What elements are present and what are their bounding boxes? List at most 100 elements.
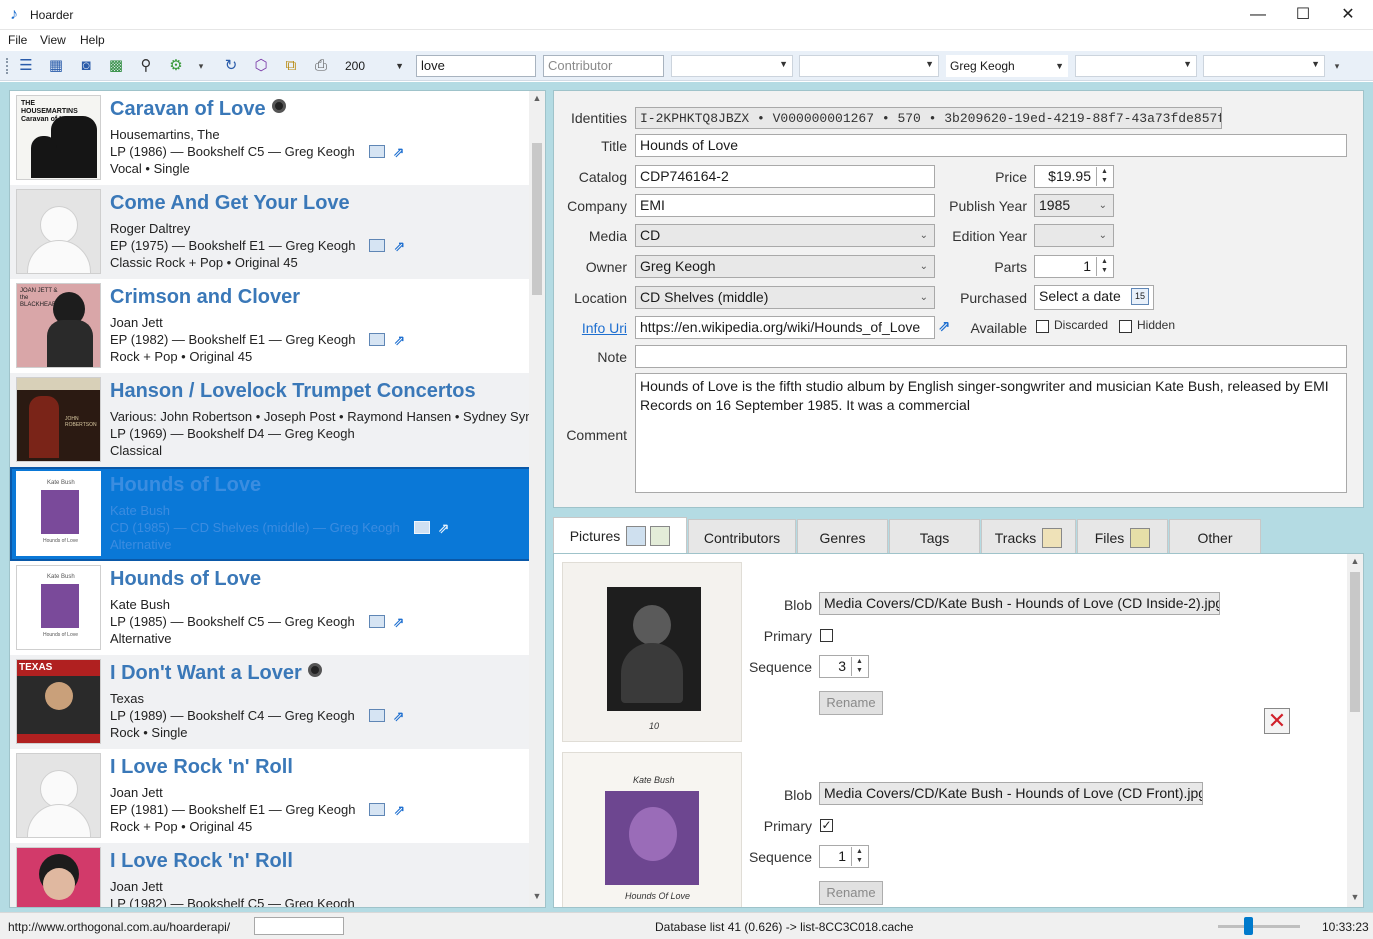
tab-other[interactable]: Other: [1169, 519, 1261, 553]
scroll-down-icon[interactable]: ▼: [1347, 892, 1363, 902]
list-item[interactable]: THE HOUSEMARTINS Caravan of Love Caravan…: [10, 91, 531, 185]
blob-field[interactable]: Media Covers/CD/Kate Bush - Hounds of Lo…: [819, 782, 1203, 805]
company-field[interactable]: EMI: [635, 194, 935, 217]
identities-field[interactable]: I-2KPHKTQ8JBZX • V000000001267 • 570 • 3…: [635, 107, 1222, 129]
list-item[interactable]: I Love Rock 'n' Roll Joan Jett LP (1982)…: [10, 843, 531, 907]
merge-icon[interactable]: ⧉: [282, 57, 300, 75]
catalog-field[interactable]: CDP746164-2: [635, 165, 935, 188]
pictures-scrollbar[interactable]: ▲ ▼: [1347, 554, 1363, 907]
sequence-stepper[interactable]: 1 ▲ ▼: [819, 845, 869, 868]
info-uri-field[interactable]: https://en.wikipedia.org/wiki/Hounds_of_…: [635, 316, 935, 339]
contacts-icon[interactable]: ◙: [77, 57, 95, 75]
list-item[interactable]: TEXAS I Don't Want a Lover Texas LP (198…: [10, 655, 531, 749]
menu-file[interactable]: File: [8, 33, 27, 47]
minimize-button[interactable]: —: [1235, 0, 1281, 30]
grid-view-icon[interactable]: ▦: [47, 57, 65, 75]
spin-icon[interactable]: ▲ ▼: [1096, 257, 1112, 276]
delete-picture-button[interactable]: ✕: [1264, 708, 1290, 734]
owner-filter-select[interactable]: Greg Keogh ▼: [946, 55, 1068, 77]
list-item[interactable]: JOHN ROBERTSON Hanson / Lovelock Trumpet…: [10, 373, 543, 467]
hidden-checkbox[interactable]: [1119, 320, 1132, 333]
sequence-stepper[interactable]: 3 ▲ ▼: [819, 655, 869, 678]
print-icon[interactable]: ⎙: [312, 57, 330, 75]
media-select[interactable]: CD ⌄: [635, 224, 935, 247]
owner-select[interactable]: Greg Keogh ⌄: [635, 255, 935, 278]
chevron-down-icon: ⌄: [1098, 230, 1107, 241]
publish-year-select[interactable]: 1985 ⌄: [1034, 194, 1114, 217]
maximize-button[interactable]: ☐: [1280, 0, 1326, 30]
chevron-down-icon: ⌄: [1098, 200, 1107, 211]
primary-checkbox[interactable]: [820, 629, 833, 642]
menu-help[interactable]: Help: [80, 33, 105, 47]
calendar-icon[interactable]: 15: [1131, 288, 1149, 305]
status-bar: http://www.orthogonal.com.au/hoarderapi/…: [0, 912, 1373, 939]
tracks-icon: [1042, 528, 1063, 548]
cover-thumbnail: THE HOUSEMARTINS Caravan of Love: [16, 95, 101, 180]
search-icon[interactable]: ⚲: [137, 57, 155, 75]
title-field[interactable]: Hounds of Love: [635, 134, 1347, 157]
spin-icon[interactable]: ▲ ▼: [1096, 167, 1112, 186]
page-size-select[interactable]: 200 ▼: [341, 55, 408, 77]
blob-field[interactable]: Media Covers/CD/Kate Bush - Hounds of Lo…: [819, 592, 1220, 615]
item-genres: Alternative: [110, 631, 172, 646]
toolbar-overflow-icon[interactable]: ▾: [1328, 57, 1346, 75]
location-select[interactable]: CD Shelves (middle) ⌄: [635, 286, 935, 309]
tab-tags[interactable]: Tags: [889, 519, 980, 553]
zoom-slider-handle[interactable]: [1244, 917, 1253, 935]
close-button[interactable]: ✕: [1325, 0, 1371, 30]
menu-view[interactable]: View: [40, 33, 66, 47]
filter-dropdown-1[interactable]: ▼: [671, 55, 793, 77]
rename-button[interactable]: Rename: [819, 881, 883, 905]
cube-icon[interactable]: ⬡: [252, 57, 270, 75]
media-value: CD: [640, 227, 661, 243]
scroll-up-icon[interactable]: ▲: [1347, 556, 1363, 566]
note-field[interactable]: [635, 345, 1347, 368]
filter-dropdown-4[interactable]: ▼: [1203, 55, 1325, 77]
chevron-down-icon[interactable]: ▾: [192, 57, 210, 75]
spreadsheet-icon[interactable]: ▩: [107, 57, 125, 75]
scrollbar-thumb[interactable]: [1350, 572, 1360, 712]
status-input[interactable]: [254, 917, 344, 935]
discarded-checkbox[interactable]: [1036, 320, 1049, 333]
tab-tracks[interactable]: Tracks: [981, 519, 1076, 553]
rename-button[interactable]: Rename: [819, 691, 883, 715]
comment-field[interactable]: Hounds of Love is the fifth studio album…: [635, 373, 1347, 493]
info-uri-link[interactable]: Info Uri: [554, 320, 627, 336]
search-input[interactable]: love: [416, 55, 536, 77]
zoom-slider[interactable]: [1218, 925, 1300, 928]
refresh-icon[interactable]: ↻: [222, 57, 240, 75]
filter-dropdown-2[interactable]: ▼: [799, 55, 939, 77]
primary-checkbox[interactable]: ✓: [820, 819, 833, 832]
scroll-up-icon[interactable]: ▲: [529, 93, 545, 103]
placeholder-thumbnail: [16, 189, 101, 274]
list-item[interactable]: Kate Bush Hounds of Love Hounds of Love …: [10, 561, 531, 655]
contributor-input[interactable]: Contributor: [543, 55, 664, 77]
list-item-selected[interactable]: Kate Bush Hounds of Love Hounds of Love …: [10, 467, 531, 561]
scroll-down-icon[interactable]: ▼: [529, 891, 545, 901]
parts-stepper[interactable]: 1 ▲ ▼: [1034, 255, 1114, 278]
gear-icon[interactable]: ⚙: [167, 57, 185, 75]
list-item[interactable]: Come And Get Your Love Roger Daltrey EP …: [10, 185, 531, 279]
edition-year-label: Edition Year: [952, 228, 1027, 244]
filter-dropdown-3[interactable]: ▼: [1075, 55, 1197, 77]
tab-contributors[interactable]: Contributors: [688, 519, 796, 553]
chevron-down-icon: ▼: [1183, 59, 1192, 69]
purchased-date-picker[interactable]: Select a date 15: [1034, 285, 1154, 310]
toolbar-grip[interactable]: [6, 58, 10, 74]
edition-year-select[interactable]: ⌄: [1034, 224, 1114, 247]
chevron-down-icon: ⌄: [919, 261, 928, 272]
spin-icon[interactable]: ▲ ▼: [851, 657, 867, 676]
price-stepper[interactable]: $19.95 ▲ ▼: [1034, 165, 1114, 188]
disc-icon: [307, 663, 322, 677]
list-item[interactable]: JOAN JETT & the BLACKHEARTS Crimson and …: [10, 279, 531, 373]
media-list[interactable]: THE HOUSEMARTINS Caravan of Love Caravan…: [9, 90, 546, 908]
tab-genres[interactable]: Genres: [797, 519, 888, 553]
spin-icon[interactable]: ▲ ▼: [851, 847, 867, 866]
tab-pictures[interactable]: Pictures: [553, 517, 687, 554]
list-view-icon[interactable]: ☰: [17, 57, 35, 75]
list-scrollbar[interactable]: ▲ ▼: [529, 91, 545, 907]
list-item[interactable]: I Love Rock 'n' Roll Joan Jett EP (1981)…: [10, 749, 531, 843]
scrollbar-thumb[interactable]: [532, 143, 542, 295]
tab-files[interactable]: Files: [1077, 519, 1168, 553]
hidden-label: Hidden: [1137, 318, 1176, 332]
